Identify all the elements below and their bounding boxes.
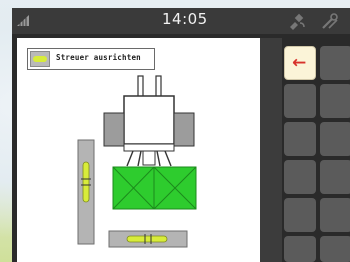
softkey-7[interactable] bbox=[284, 160, 316, 194]
softkey-10[interactable] bbox=[320, 198, 350, 232]
softkey-4[interactable] bbox=[320, 84, 350, 118]
softkey-11[interactable] bbox=[284, 236, 316, 262]
softkey-9[interactable] bbox=[284, 198, 316, 232]
vertical-spirit-level-icon bbox=[77, 139, 95, 245]
softkey-panel: ← bbox=[284, 38, 350, 262]
alignment-illustration bbox=[77, 75, 197, 248]
back-arrow-icon: ← bbox=[292, 53, 307, 73]
back-button[interactable]: ← bbox=[284, 46, 316, 80]
signal-icon bbox=[17, 15, 29, 26]
spreader-hopper-icon bbox=[112, 166, 197, 210]
softkey-8[interactable] bbox=[320, 160, 350, 194]
tractor-top-view-icon bbox=[103, 75, 195, 167]
status-time: 14:05 bbox=[162, 10, 208, 28]
tools-icon bbox=[322, 13, 338, 29]
softkey-5[interactable] bbox=[284, 122, 316, 156]
horizontal-spirit-level-icon bbox=[108, 230, 188, 248]
softkey-2[interactable] bbox=[320, 46, 350, 80]
status-bar: 14:05 bbox=[12, 8, 350, 34]
gps-satellite-icon bbox=[290, 13, 305, 30]
softkey-12[interactable] bbox=[320, 236, 350, 262]
main-screen: Streuer ausrichten bbox=[17, 38, 260, 262]
softkey-3[interactable] bbox=[284, 84, 316, 118]
softkey-6[interactable] bbox=[320, 122, 350, 156]
screen-divider bbox=[260, 38, 282, 262]
terminal-device: 14:05 Streuer ausrichten ← bbox=[12, 8, 350, 262]
